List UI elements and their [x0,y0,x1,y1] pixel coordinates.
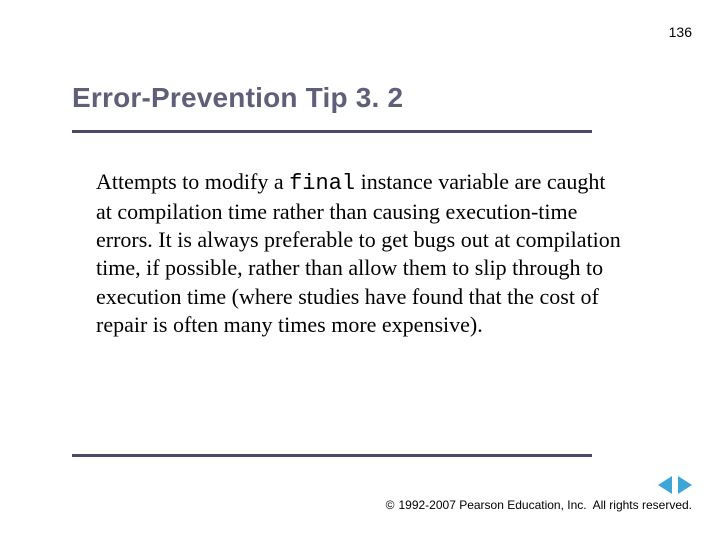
divider-top [72,130,592,133]
next-icon[interactable] [678,476,692,494]
copyright-text: 1992-2007 Pearson Education, Inc. [398,498,586,512]
rights-text: All rights reserved. [593,498,692,512]
divider-bottom [72,454,592,457]
body-text: Attempts to modify a final instance vari… [96,168,626,339]
copyright-symbol: © [386,498,395,512]
slide: 136 Error-Prevention Tip 3. 2 Attempts t… [0,0,720,540]
footer: © 1992-2007 Pearson Education, Inc. All … [386,498,692,512]
body-part1: Attempts to modify a [96,169,289,194]
body-part2: instance variable are caught at compilat… [96,169,621,337]
prev-icon[interactable] [658,476,672,494]
slide-title: Error-Prevention Tip 3. 2 [72,82,648,114]
title-block: Error-Prevention Tip 3. 2 [72,82,648,114]
nav-controls [658,476,692,494]
page-number: 136 [669,24,692,40]
code-keyword-final: final [289,171,355,196]
